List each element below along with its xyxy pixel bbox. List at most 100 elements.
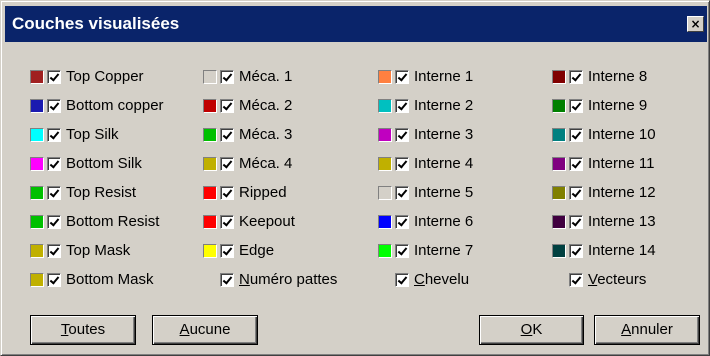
layer-color-swatch[interactable]	[552, 69, 566, 84]
layer-item-interne-4[interactable]: Interne 4	[378, 149, 473, 178]
layer-color-swatch[interactable]	[378, 185, 392, 200]
layer-item-interne-14[interactable]: Interne 14	[552, 236, 656, 265]
layer-item-bottom-mask[interactable]: Bottom Mask	[30, 265, 164, 294]
layer-item-interne-5[interactable]: Interne 5	[378, 178, 473, 207]
title-bar[interactable]: Couches visualisées ×	[5, 6, 707, 42]
cancel-button[interactable]: Annuler	[594, 315, 700, 345]
layer-checkbox[interactable]	[220, 272, 234, 287]
layer-color-swatch[interactable]	[378, 214, 392, 229]
layer-checkbox[interactable]	[569, 243, 583, 258]
close-icon: ×	[690, 17, 701, 31]
layer-checkbox[interactable]	[395, 127, 409, 142]
layer-color-swatch[interactable]	[30, 185, 44, 200]
close-button[interactable]: ×	[687, 16, 704, 32]
layer-item-edge[interactable]: Edge	[203, 236, 337, 265]
layer-item-top-resist[interactable]: Top Resist	[30, 178, 164, 207]
layer-item-interne-11[interactable]: Interne 11	[552, 149, 656, 178]
layer-checkbox[interactable]	[47, 185, 61, 200]
layer-color-swatch[interactable]	[30, 243, 44, 258]
layer-item-meca-4[interactable]: Méca. 4	[203, 149, 337, 178]
layer-checkbox[interactable]	[395, 69, 409, 84]
layer-item-bottom-resist[interactable]: Bottom Resist	[30, 207, 164, 236]
layer-color-swatch[interactable]	[30, 156, 44, 171]
layer-item-interne-8[interactable]: Interne 8	[552, 62, 656, 91]
layer-checkbox[interactable]	[395, 185, 409, 200]
layer-item-keepout[interactable]: Keepout	[203, 207, 337, 236]
layer-item-interne-13[interactable]: Interne 13	[552, 207, 656, 236]
layer-color-swatch[interactable]	[378, 69, 392, 84]
layer-checkbox[interactable]	[47, 214, 61, 229]
layer-checkbox[interactable]	[395, 272, 409, 287]
layer-color-swatch[interactable]	[378, 243, 392, 258]
layer-checkbox[interactable]	[395, 214, 409, 229]
layer-color-swatch[interactable]	[552, 185, 566, 200]
layer-color-swatch[interactable]	[203, 98, 217, 113]
ok-button[interactable]: OK	[479, 315, 584, 345]
layer-item-bottom-silk[interactable]: Bottom Silk	[30, 149, 164, 178]
layer-color-swatch[interactable]	[30, 69, 44, 84]
layer-color-swatch[interactable]	[378, 127, 392, 142]
layer-item-interne-3[interactable]: Interne 3	[378, 120, 473, 149]
layer-checkbox[interactable]	[47, 69, 61, 84]
select-none-button[interactable]: Aucune	[152, 315, 258, 345]
layer-color-swatch[interactable]	[378, 156, 392, 171]
layer-item-top-copper[interactable]: Top Copper	[30, 62, 164, 91]
layer-checkbox[interactable]	[220, 69, 234, 84]
layer-color-swatch[interactable]	[203, 214, 217, 229]
layer-item-meca-2[interactable]: Méca. 2	[203, 91, 337, 120]
layer-color-swatch[interactable]	[30, 272, 44, 287]
layer-item-bottom-copper[interactable]: Bottom copper	[30, 91, 164, 120]
layer-item-chevelu[interactable]: Chevelu	[378, 265, 473, 294]
layer-checkbox[interactable]	[395, 156, 409, 171]
layer-checkbox[interactable]	[220, 156, 234, 171]
layer-color-swatch[interactable]	[30, 98, 44, 113]
layer-color-swatch[interactable]	[552, 214, 566, 229]
layer-color-swatch[interactable]	[552, 127, 566, 142]
layer-item-meca-1[interactable]: Méca. 1	[203, 62, 337, 91]
layer-item-interne-2[interactable]: Interne 2	[378, 91, 473, 120]
layer-color-swatch[interactable]	[378, 98, 392, 113]
layer-checkbox[interactable]	[47, 98, 61, 113]
layer-checkbox[interactable]	[569, 98, 583, 113]
layer-checkbox[interactable]	[569, 127, 583, 142]
layer-checkbox[interactable]	[47, 243, 61, 258]
layer-color-swatch[interactable]	[552, 98, 566, 113]
layer-color-swatch[interactable]	[552, 156, 566, 171]
layer-color-swatch[interactable]	[552, 243, 566, 258]
layer-checkbox[interactable]	[47, 272, 61, 287]
layer-item-numero-pattes[interactable]: Numéro pattes	[203, 265, 337, 294]
layer-item-interne-6[interactable]: Interne 6	[378, 207, 473, 236]
layer-checkbox[interactable]	[220, 98, 234, 113]
layer-checkbox[interactable]	[569, 156, 583, 171]
layer-checkbox[interactable]	[569, 69, 583, 84]
layer-color-swatch[interactable]	[30, 127, 44, 142]
layer-checkbox[interactable]	[220, 127, 234, 142]
layer-item-vecteurs[interactable]: Vecteurs	[552, 265, 656, 294]
layer-item-ripped[interactable]: Ripped	[203, 178, 337, 207]
select-all-button[interactable]: Toutes	[30, 315, 136, 345]
layer-checkbox[interactable]	[569, 272, 583, 287]
layer-checkbox[interactable]	[47, 127, 61, 142]
layer-checkbox[interactable]	[220, 243, 234, 258]
layer-checkbox[interactable]	[395, 243, 409, 258]
layer-color-swatch[interactable]	[203, 127, 217, 142]
layer-item-interne-9[interactable]: Interne 9	[552, 91, 656, 120]
layer-color-swatch[interactable]	[203, 185, 217, 200]
layer-color-swatch[interactable]	[30, 214, 44, 229]
layer-color-swatch[interactable]	[203, 69, 217, 84]
layer-item-interne-1[interactable]: Interne 1	[378, 62, 473, 91]
layer-checkbox[interactable]	[569, 185, 583, 200]
layer-item-meca-3[interactable]: Méca. 3	[203, 120, 337, 149]
layer-item-top-mask[interactable]: Top Mask	[30, 236, 164, 265]
layer-checkbox[interactable]	[395, 98, 409, 113]
layer-color-swatch[interactable]	[203, 243, 217, 258]
layer-checkbox[interactable]	[569, 214, 583, 229]
layer-checkbox[interactable]	[47, 156, 61, 171]
layer-item-interne-12[interactable]: Interne 12	[552, 178, 656, 207]
layer-checkbox[interactable]	[220, 214, 234, 229]
layer-item-top-silk[interactable]: Top Silk	[30, 120, 164, 149]
layer-color-swatch[interactable]	[203, 156, 217, 171]
layer-checkbox[interactable]	[220, 185, 234, 200]
layer-item-interne-10[interactable]: Interne 10	[552, 120, 656, 149]
layer-item-interne-7[interactable]: Interne 7	[378, 236, 473, 265]
